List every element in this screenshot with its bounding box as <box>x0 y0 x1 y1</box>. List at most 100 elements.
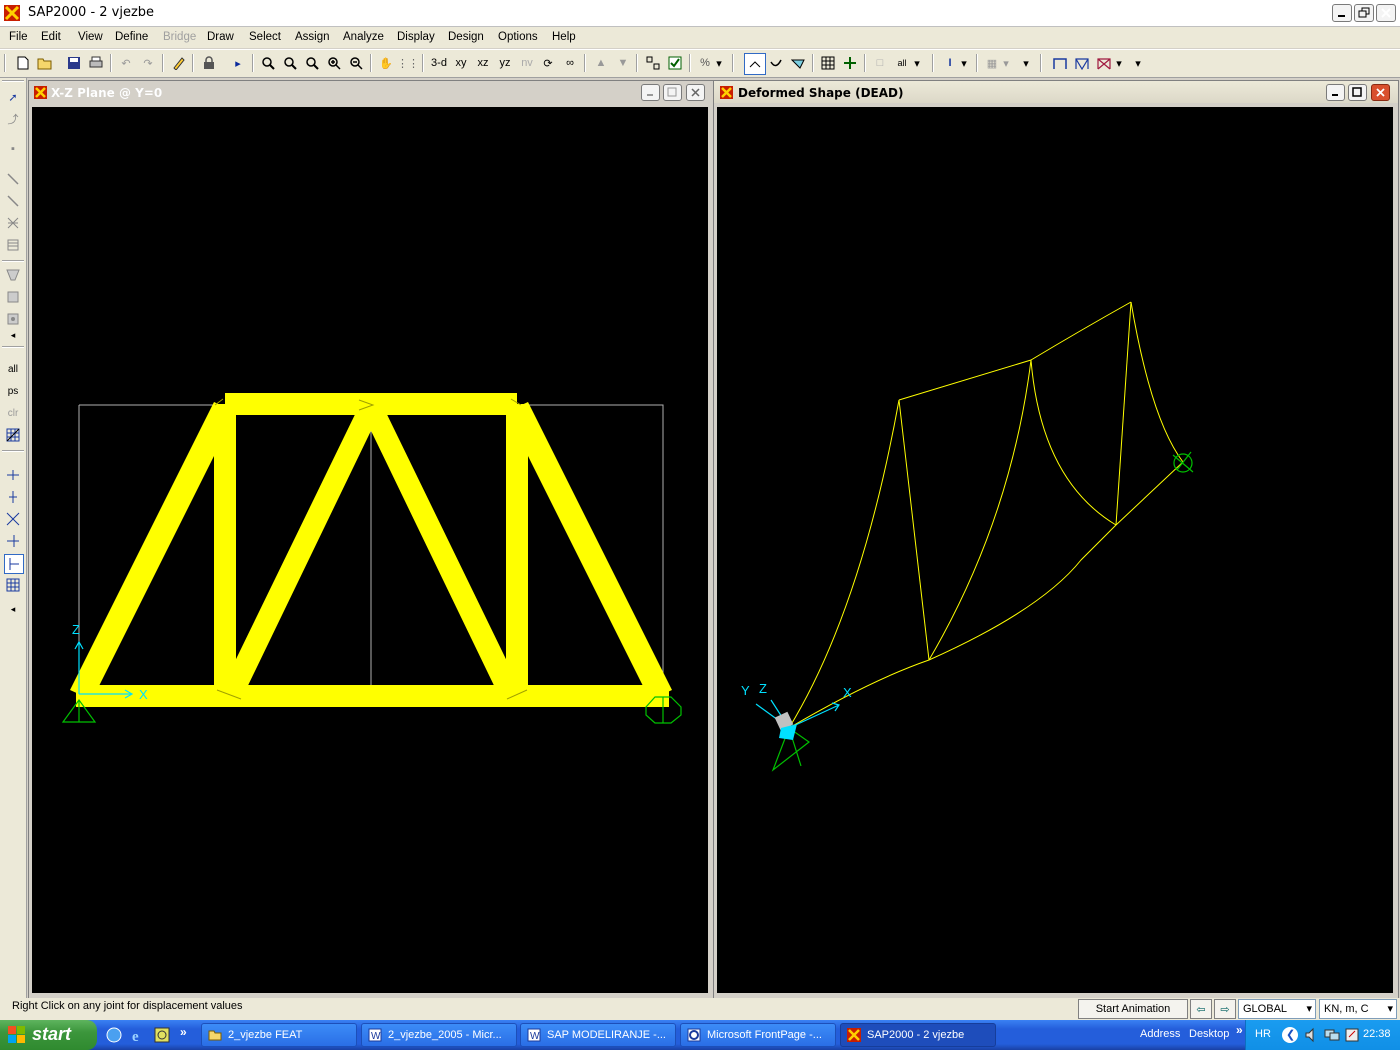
draw-poly-area-tool[interactable] <box>4 266 22 284</box>
section-property-button[interactable]: I <box>940 53 960 73</box>
show-grid-button[interactable] <box>818 53 838 73</box>
lock-button[interactable] <box>199 53 219 73</box>
select-all-tool[interactable]: all <box>4 360 22 378</box>
quick-draw-area-tool[interactable] <box>4 310 22 328</box>
language-indicator[interactable]: HR <box>1255 1028 1271 1040</box>
quick-braces-tool[interactable] <box>4 214 22 232</box>
quick-secondary-tool[interactable] <box>4 236 22 254</box>
section-dropdown-arrow[interactable]: ▾ <box>958 53 970 73</box>
zoom-in-button[interactable] <box>324 53 344 73</box>
reshape-button[interactable]: ⤴ <box>4 110 22 128</box>
menu-file[interactable]: File <box>9 31 28 43</box>
close-button[interactable] <box>1376 4 1396 22</box>
menu-edit[interactable]: Edit <box>41 31 61 43</box>
snap-joints-tool[interactable] <box>4 466 22 484</box>
coordinate-system-select[interactable]: GLOBAL ▾ <box>1238 999 1316 1019</box>
new-file-button[interactable] <box>13 53 33 73</box>
menu-view[interactable]: View <box>78 31 103 43</box>
menu-design[interactable]: Design <box>448 31 484 43</box>
next-step-button[interactable]: ⇨ <box>1214 999 1236 1019</box>
run-analysis-button[interactable]: ▸ <box>228 53 248 73</box>
snap-perpendicular-tool[interactable] <box>4 532 22 550</box>
network-icon[interactable] <box>1324 1027 1340 1043</box>
view-yz-button[interactable]: yz <box>495 53 515 73</box>
toolbar-overflow-arrow[interactable]: ▾ <box>1020 53 1032 73</box>
rubber-band-zoom-button[interactable] <box>258 53 278 73</box>
draw-frame-tool[interactable] <box>4 170 22 188</box>
set-display-options-button[interactable] <box>665 53 685 73</box>
show-axes-button[interactable] <box>840 53 860 73</box>
quicklaunch-more-icon[interactable]: » <box>180 1025 187 1039</box>
restore-button[interactable] <box>1354 4 1374 22</box>
left-tools-expand-2[interactable]: ◂ <box>4 604 22 614</box>
menu-options[interactable]: Options <box>498 31 538 43</box>
deformed-shape-canvas[interactable]: Y Z X <box>717 107 1393 993</box>
assign-all-button[interactable]: all <box>892 53 912 73</box>
taskbar-item-sap2000[interactable]: SAP2000 - 2 vjezbe <box>840 1023 996 1047</box>
deformed-window-close-button[interactable] <box>1371 84 1390 101</box>
speaker-icon[interactable] <box>1304 1027 1320 1043</box>
snap-ends-tool[interactable] <box>4 488 22 506</box>
move-up-button[interactable]: ▲ <box>591 53 611 73</box>
show-undeformed-button[interactable] <box>744 53 766 75</box>
snap-lines-tool[interactable] <box>4 554 24 574</box>
taskbar-item-feat-folder[interactable]: 2_vjezbe FEAT <box>201 1023 357 1047</box>
quick-draw-frame-tool[interactable] <box>4 192 22 210</box>
taskbar-item-frontpage[interactable]: Microsoft FrontPage -... <box>680 1023 836 1047</box>
menu-help[interactable]: Help <box>552 31 576 43</box>
footprint-button[interactable]: ⋮⋮ <box>397 53 419 73</box>
area-section-button[interactable]: ▦ <box>982 53 1002 73</box>
left-tools-expand-1[interactable]: ◂ <box>4 330 22 340</box>
menu-analyze[interactable]: Analyze <box>343 31 384 43</box>
taskbar-item-word-2005[interactable]: W 2_vjezbe_2005 - Micr... <box>361 1023 517 1047</box>
deformed-window-minimize-button[interactable] <box>1326 84 1345 101</box>
start-button[interactable]: start <box>0 1020 97 1050</box>
draw-special-button[interactable] <box>1094 53 1114 73</box>
toolbar-more-icon[interactable]: » <box>1236 1023 1243 1037</box>
xz-window-minimize-button[interactable] <box>641 84 660 101</box>
show-forces-button[interactable] <box>788 53 808 73</box>
pan-button[interactable]: ✋ <box>376 53 396 73</box>
menu-draw[interactable]: Draw <box>207 31 234 43</box>
xz-plane-window[interactable]: X-Z Plane @ Y=0 Z X <box>28 80 714 999</box>
assign-dropdown-arrow[interactable]: ▾ <box>911 53 923 73</box>
draw-joint-button[interactable]: ▪ <box>4 140 22 158</box>
desktop-toolbar-label[interactable]: Desktop <box>1189 1028 1229 1040</box>
zoom-out-button[interactable] <box>346 53 366 73</box>
xz-window-close-button[interactable] <box>686 84 705 101</box>
start-animation-button[interactable]: Start Animation <box>1078 999 1188 1019</box>
rotate-view-button[interactable]: ⟳ <box>538 53 558 73</box>
toolbar-end-arrow[interactable]: ▾ <box>1132 53 1144 73</box>
save-button[interactable] <box>64 53 84 73</box>
clock[interactable]: 22:38 <box>1363 1028 1391 1040</box>
previous-step-button[interactable]: ⇦ <box>1190 999 1212 1019</box>
previous-zoom-button[interactable] <box>302 53 322 73</box>
quicklaunch-ie-button[interactable]: e <box>130 1027 146 1045</box>
print-button[interactable] <box>86 53 106 73</box>
menu-assign[interactable]: Assign <box>295 31 330 43</box>
show-deformed-button[interactable] <box>766 53 786 73</box>
undo-button[interactable]: ↶ <box>116 53 136 73</box>
object-shrink-button[interactable] <box>643 53 663 73</box>
area-dropdown-arrow[interactable]: ▾ <box>1000 53 1012 73</box>
tray-expand-button[interactable]: ❮ <box>1282 1027 1298 1043</box>
perspective-button[interactable]: ∞ <box>560 53 580 73</box>
pointer-select-button[interactable]: ➚ <box>4 88 22 106</box>
draw-truss-button[interactable] <box>1072 53 1092 73</box>
snap-options-button[interactable]: % <box>695 53 715 73</box>
view-nv-button[interactable]: nv <box>517 53 537 73</box>
menu-define[interactable]: Define <box>115 31 148 43</box>
redo-button[interactable]: ↷ <box>138 53 158 73</box>
draw-frame-button[interactable] <box>1050 53 1070 73</box>
quicklaunch-clock-button[interactable] <box>154 1027 170 1043</box>
app-title-bar[interactable]: SAP2000 - 2 vjezbe <box>0 0 1400 27</box>
deformed-shape-window[interactable]: Deformed Shape (DEAD) Y Z X <box>713 80 1399 999</box>
minimize-button[interactable] <box>1332 4 1352 22</box>
view-xz-button[interactable]: xz <box>473 53 493 73</box>
xz-plane-window-title-bar[interactable]: X-Z Plane @ Y=0 <box>29 81 713 103</box>
draw-dropdown-arrow[interactable]: ▾ <box>1113 53 1125 73</box>
snap-dropdown-arrow[interactable]: ▾ <box>713 53 725 73</box>
restore-full-view-button[interactable] <box>280 53 300 73</box>
deformed-window-title-bar[interactable]: Deformed Shape (DEAD) <box>714 81 1398 103</box>
previous-select-tool[interactable]: ps <box>4 382 22 400</box>
